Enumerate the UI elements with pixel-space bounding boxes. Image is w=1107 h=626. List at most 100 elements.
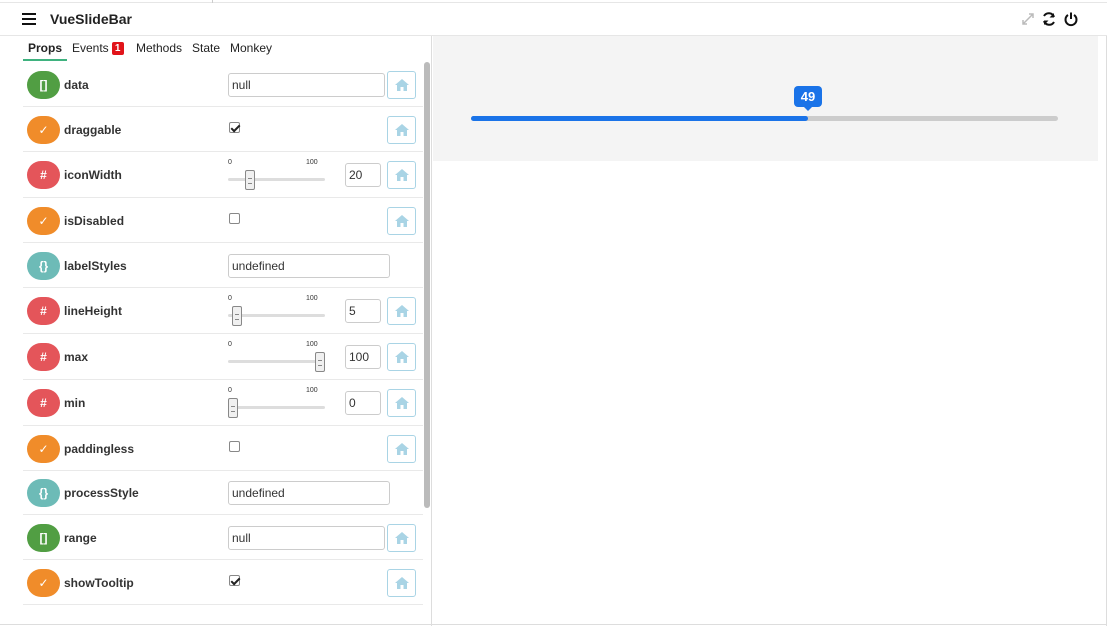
active-tab-indicator — [23, 59, 67, 61]
range-thumb[interactable] — [228, 398, 238, 418]
range-track[interactable] — [228, 360, 325, 363]
scrollbar[interactable] — [424, 62, 430, 508]
hamburger-menu-icon[interactable] — [22, 13, 36, 25]
props-list: [] data null ✓ draggable # iconWidth 0 100 20 ✓ isD… — [23, 62, 423, 605]
data-input[interactable]: null — [228, 73, 385, 97]
min-number-input[interactable]: 0 — [345, 391, 381, 415]
tab-state[interactable]: State — [192, 41, 220, 55]
range-input[interactable]: null — [228, 526, 385, 550]
range-thumb[interactable] — [245, 170, 255, 190]
iconWidth-number-input[interactable]: 20 — [345, 163, 381, 187]
tab-events-label: Events — [72, 41, 109, 55]
range-min-label: 0 — [228, 387, 232, 394]
draggable-checkbox[interactable] — [229, 122, 240, 133]
range-min-label: 0 — [228, 295, 232, 302]
tab-methods[interactable]: Methods — [136, 41, 182, 55]
range-max-label: 100 — [306, 387, 318, 394]
range-max-label: 100 — [306, 341, 318, 348]
processStyle-input[interactable]: undefined — [228, 481, 390, 505]
array-type-icon: [] — [27, 71, 60, 99]
isDisabled-checkbox[interactable] — [229, 213, 240, 224]
range-track[interactable] — [228, 406, 325, 409]
tab-props-label: Props — [28, 41, 63, 55]
props-panel: Props Events 1 Methods State Monkey [] dat… — [0, 36, 432, 626]
slider-rail[interactable] — [471, 116, 1058, 121]
prop-name: labelStyles — [64, 259, 127, 273]
expand-icon[interactable] — [1020, 11, 1036, 27]
prop-name: showTooltip — [64, 576, 134, 590]
prop-name: processStyle — [64, 486, 139, 500]
draggable-reset-button[interactable] — [387, 116, 416, 144]
range-thumb[interactable] — [232, 306, 242, 326]
labelStyles-input[interactable]: undefined — [228, 254, 390, 278]
max-number-input[interactable]: 100 — [345, 345, 381, 369]
prop-row-iconWidth: # iconWidth 0 100 20 — [23, 152, 423, 198]
number-type-icon: # — [27, 297, 60, 325]
prop-name: iconWidth — [64, 168, 122, 182]
refresh-icon[interactable] — [1041, 11, 1057, 27]
tab-monkey[interactable]: Monkey — [230, 41, 272, 55]
prop-row-draggable: ✓ draggable — [23, 107, 423, 152]
prop-name: min — [64, 396, 86, 410]
preview-area: 49 — [433, 36, 1098, 161]
prop-name: isDisabled — [64, 214, 125, 228]
app-title: VueSlideBar — [50, 11, 132, 27]
min-range-slider[interactable]: 0 100 — [228, 387, 326, 418]
lineHeight-range-slider[interactable]: 0 100 — [228, 295, 326, 326]
lineHeight-number-input[interactable]: 5 — [345, 299, 381, 323]
paddingless-checkbox[interactable] — [229, 441, 240, 452]
power-icon[interactable] — [1063, 11, 1079, 27]
prop-name: lineHeight — [64, 304, 123, 318]
isDisabled-reset-button[interactable] — [387, 207, 416, 235]
lineHeight-reset-button[interactable] — [387, 297, 416, 325]
number-type-icon: # — [27, 343, 60, 371]
showTooltip-reset-button[interactable] — [387, 569, 416, 597]
range-max-label: 100 — [306, 159, 318, 166]
prop-name: paddingless — [64, 442, 135, 456]
prop-row-min: # min 0 100 0 — [23, 380, 423, 426]
range-track[interactable] — [228, 178, 325, 181]
prop-name: draggable — [64, 123, 122, 137]
prop-name: data — [64, 78, 89, 92]
range-thumb[interactable] — [315, 352, 325, 372]
prop-row-showTooltip: ✓ showTooltip — [23, 560, 423, 605]
app-header: VueSlideBar — [0, 3, 1107, 36]
range-track[interactable] — [228, 314, 325, 317]
tab-events[interactable]: Events 1 — [72, 41, 124, 55]
tab-state-label: State — [192, 41, 221, 55]
object-type-icon: {} — [27, 479, 60, 507]
object-type-icon: {} — [27, 252, 60, 280]
prop-row-labelStyles: {} labelStyles undefined — [23, 243, 423, 288]
boolean-type-icon: ✓ — [27, 435, 60, 463]
range-reset-button[interactable] — [387, 524, 416, 552]
range-min-label: 0 — [228, 159, 232, 166]
boolean-type-icon: ✓ — [27, 116, 60, 144]
events-count-badge: 1 — [111, 42, 124, 55]
prop-name: range — [64, 531, 97, 545]
boolean-type-icon: ✓ — [27, 207, 60, 235]
data-reset-button[interactable] — [387, 71, 416, 99]
prop-row-data: [] data null — [23, 62, 423, 107]
prop-row-processStyle: {} processStyle undefined — [23, 471, 423, 515]
prop-row-range: [] range null — [23, 515, 423, 560]
number-type-icon: # — [27, 389, 60, 417]
range-max-label: 100 — [306, 295, 318, 302]
number-type-icon: # — [27, 161, 60, 189]
prop-row-lineHeight: # lineHeight 0 100 5 — [23, 288, 423, 334]
max-reset-button[interactable] — [387, 343, 416, 371]
prop-row-isDisabled: ✓ isDisabled — [23, 198, 423, 243]
boolean-type-icon: ✓ — [27, 569, 60, 597]
slider-tooltip[interactable]: 49 — [794, 86, 822, 111]
iconWidth-reset-button[interactable] — [387, 161, 416, 189]
tab-monkey-label: Monkey — [230, 41, 273, 55]
iconWidth-range-slider[interactable]: 0 100 — [228, 159, 326, 190]
prop-row-paddingless: ✓ paddingless — [23, 426, 423, 471]
tab-props[interactable]: Props — [28, 41, 62, 55]
paddingless-reset-button[interactable] — [387, 435, 416, 463]
array-type-icon: [] — [27, 524, 60, 552]
min-reset-button[interactable] — [387, 389, 416, 417]
tab-methods-label: Methods — [136, 41, 183, 55]
max-range-slider[interactable]: 0 100 — [228, 341, 326, 372]
prop-row-max: # max 0 100 100 — [23, 334, 423, 380]
showTooltip-checkbox[interactable] — [229, 575, 240, 586]
